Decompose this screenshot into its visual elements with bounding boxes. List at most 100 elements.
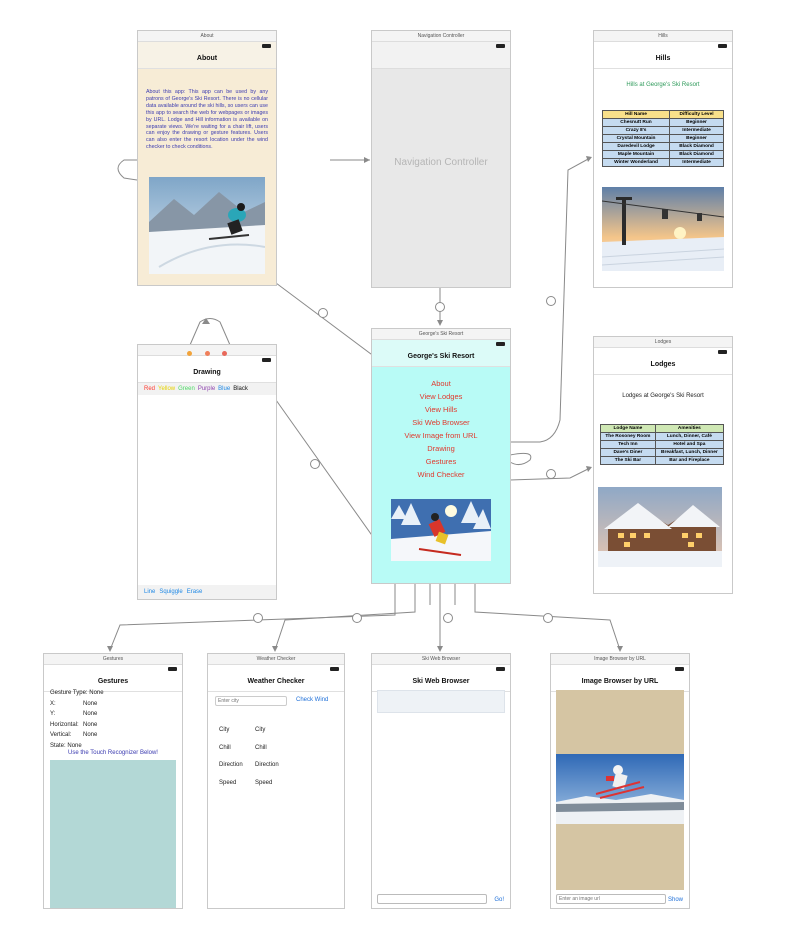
- table-row: Dave's Diner Breakfast, Lunch, Dinner: [600, 448, 725, 457]
- field-value: None: [83, 711, 98, 717]
- tool-erase-button[interactable]: Erase: [187, 589, 203, 595]
- lodges-subtitle: Lodges at George's Ski Resort: [622, 393, 704, 399]
- menu-drawing-button[interactable]: Drawing: [372, 442, 510, 455]
- field-label: X:: [50, 700, 56, 707]
- tool-line-button[interactable]: Line: [144, 589, 155, 595]
- battery-icon: [496, 342, 505, 346]
- hills-subtitle: Hills at George's Ski Resort: [626, 82, 700, 88]
- nav-controller-label: Navigation Controller: [394, 157, 488, 168]
- scene-dock: [138, 345, 276, 356]
- jumping-skier-photo: [556, 754, 684, 824]
- chairlift-photo: [602, 187, 724, 271]
- scene-title: Image Browser by URL: [551, 654, 689, 665]
- result-value: City: [255, 727, 266, 733]
- horizontal-row: Horizontal: None: [50, 720, 104, 731]
- show-button[interactable]: Show: [668, 897, 683, 903]
- color-purple-button[interactable]: Purple: [198, 386, 215, 392]
- menu-ski-web-browser-button[interactable]: Ski Web Browser: [372, 416, 510, 429]
- result-label: Direction: [219, 762, 243, 768]
- tool-squiggle-button[interactable]: Squiggle: [159, 589, 182, 595]
- menu-view-hills-button[interactable]: View Hills: [372, 403, 510, 416]
- table-row: Daredevil Lodge Black Diamond: [601, 142, 724, 151]
- field-label: Y:: [50, 711, 56, 717]
- nav-bar: [372, 50, 510, 69]
- nav-title: Hills: [594, 50, 732, 69]
- speed-row: Speed Speed: [219, 775, 279, 793]
- lodge-name: Tech Inn: [600, 440, 656, 449]
- nav-title: About: [138, 50, 276, 69]
- menu-view-image-url-button[interactable]: View Image from URL: [372, 429, 510, 442]
- about-body-text: About this app: This app can be used by …: [146, 89, 268, 151]
- hill-name: Chesnutt Run: [601, 118, 671, 127]
- color-green-button[interactable]: Green: [178, 386, 195, 392]
- battery-icon: [718, 44, 727, 48]
- nav-title: Lodges: [594, 356, 732, 375]
- status-bar: [372, 665, 510, 673]
- lodge-photo: [598, 487, 722, 567]
- battery-icon: [675, 667, 684, 671]
- chill-row: Chill Chill: [219, 740, 279, 758]
- menu-wind-checker-button[interactable]: Wind Checker: [372, 468, 510, 481]
- table-row: The Ski Bar Bar and Fireplace: [600, 456, 725, 465]
- status-bar: [594, 42, 732, 50]
- table-row: Crazy 8's Intermediate: [601, 126, 724, 135]
- city-row: City City: [219, 722, 279, 740]
- skier-photo: [149, 177, 265, 274]
- scene-title: Gestures: [44, 654, 182, 665]
- tool-toolbar: Line Squiggle Erase: [138, 585, 276, 599]
- lodge-amenities: Breakfast, Lunch, Dinner: [654, 448, 725, 457]
- hill-difficulty: Intermediate: [669, 126, 724, 135]
- y-row: Y: None: [50, 709, 104, 720]
- go-button[interactable]: Go!: [494, 897, 504, 903]
- field-label: Vertical:: [50, 732, 72, 738]
- hills-header-difficulty: Difficulty Level: [669, 110, 724, 119]
- color-black-button[interactable]: Black: [233, 386, 248, 392]
- hill-name: Maple Mountain: [601, 150, 671, 159]
- status-bar: [594, 348, 732, 356]
- hills-header-name: Hill Name: [601, 110, 671, 119]
- scene-title: Lodges: [594, 337, 732, 348]
- battery-icon: [496, 44, 505, 48]
- lodges-table: Lodge Name Amenities The Rosoney Room Lun…: [600, 424, 725, 465]
- hill-difficulty: Beginner: [669, 134, 724, 143]
- hill-difficulty: Intermediate: [669, 158, 724, 167]
- lodges-header-amenities: Amenities: [654, 424, 725, 433]
- scene-title: Hills: [594, 31, 732, 42]
- status-bar: [138, 356, 276, 364]
- menu-gestures-button[interactable]: Gestures: [372, 455, 510, 468]
- image-url-input[interactable]: [556, 894, 666, 904]
- hills-table: Hill Name Difficulty Level Chesnutt Run B…: [601, 110, 724, 167]
- table-row: Chesnutt Run Beginner: [601, 118, 724, 127]
- hill-difficulty: Black Diamond: [669, 142, 724, 151]
- main-menu: About View Lodges View Hills Ski Web Bro…: [372, 377, 510, 481]
- table-row: Crystal Mountain Beginner: [601, 134, 724, 143]
- table-row: The Rosoney Room Lunch, Dinner, Café: [600, 432, 725, 441]
- check-wind-button[interactable]: Check Wind: [296, 697, 328, 703]
- color-blue-button[interactable]: Blue: [218, 386, 230, 392]
- status-bar: [44, 665, 182, 673]
- nav-title: Drawing: [138, 364, 276, 383]
- lodge-name: Dave's Diner: [600, 448, 656, 457]
- menu-view-lodges-button[interactable]: View Lodges: [372, 390, 510, 403]
- url-input[interactable]: [377, 894, 487, 904]
- color-red-button[interactable]: Red: [144, 386, 155, 392]
- main-menu-scene: George's Ski Resort George's Ski Resort …: [371, 328, 511, 584]
- color-yellow-button[interactable]: Yellow: [158, 386, 175, 392]
- drawing-scene: Drawing Red Yellow Green Purple Blue Black Li…: [137, 344, 277, 600]
- scene-title: Navigation Controller: [372, 31, 510, 42]
- table-row: Winter Wonderland Intermediate: [601, 158, 724, 167]
- menu-about-button[interactable]: About: [372, 377, 510, 390]
- lodge-amenities: Bar and Fireplace: [654, 456, 725, 465]
- city-input[interactable]: [215, 696, 287, 706]
- field-label: Gesture Type:: [50, 690, 88, 696]
- touch-recognizer-area[interactable]: [50, 760, 176, 908]
- hill-name: Crazy 8's: [601, 126, 671, 135]
- drawing-canvas[interactable]: [138, 395, 276, 585]
- nav-title: Weather Checker: [208, 673, 344, 692]
- hill-name: Crystal Mountain: [601, 134, 671, 143]
- web-view[interactable]: [377, 690, 505, 713]
- navigation-controller-scene: Navigation Controller Navigation Control…: [371, 30, 511, 288]
- table-row: Tech Inn Hotel and Spa: [600, 440, 725, 449]
- hill-difficulty: Black Diamond: [669, 150, 724, 159]
- gesture-type-row: Gesture Type: None: [50, 688, 104, 699]
